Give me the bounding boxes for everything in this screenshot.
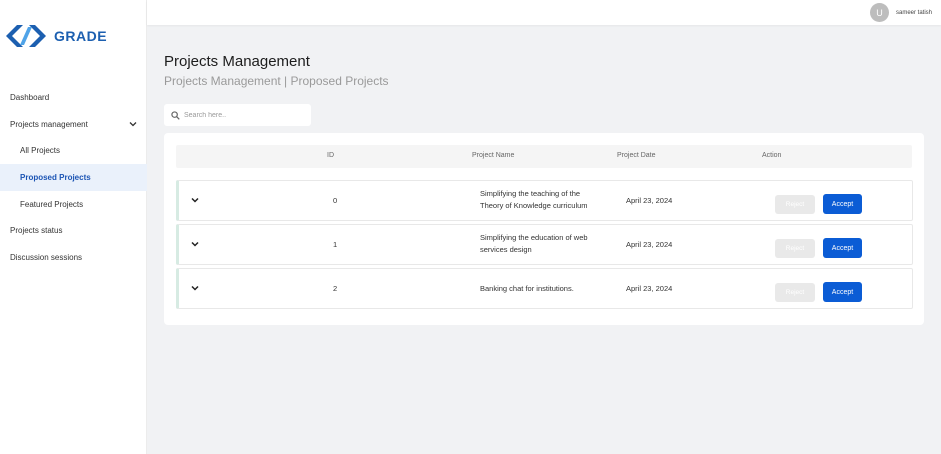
sidebar-item-projects-management[interactable]: Projects management (0, 111, 147, 138)
sidebar-nav: Dashboard Projects management All Projec… (0, 84, 147, 271)
accept-button[interactable]: Accept (823, 194, 862, 214)
sidebar-item-label: Projects management (10, 119, 88, 129)
sidebar-item-label: Discussion sessions (10, 252, 83, 262)
top-bar: U sameer tatish (147, 0, 941, 25)
reject-button[interactable]: Reject (775, 239, 815, 258)
chevron-down-icon[interactable] (190, 283, 200, 293)
project-name-line: Simplifying the teaching of the (480, 189, 581, 198)
search-input[interactable] (184, 111, 304, 119)
table-header: ID Project Name Project Date Action (176, 145, 912, 168)
sidebar-item-proposed-projects[interactable]: Proposed Projects (0, 164, 147, 191)
accept-button[interactable]: Accept (823, 282, 862, 302)
project-name: Simplifying the education of web service… (480, 232, 588, 256)
chevron-down-icon[interactable] (190, 239, 200, 249)
page-title: Projects Management (164, 53, 310, 70)
project-date: April 23, 2024 (626, 196, 673, 205)
sidebar-item-all-projects[interactable]: All Projects (0, 137, 147, 164)
sidebar-item-label: Dashboard (10, 92, 50, 102)
sidebar-item-label: Proposed Projects (20, 172, 91, 182)
project-name-line: Theory of Knowledge curriculum (480, 201, 588, 210)
code-brackets-icon (6, 25, 46, 47)
project-id: 0 (333, 196, 338, 205)
reject-button[interactable]: Reject (775, 283, 815, 302)
breadcrumb: Projects Management | Proposed Projects (164, 74, 389, 88)
reject-button[interactable]: Reject (775, 195, 815, 214)
projects-table-card: ID Project Name Project Date Action 0 Si… (164, 133, 924, 325)
sidebar-item-dashboard[interactable]: Dashboard (0, 84, 147, 111)
column-header-action: Action (762, 152, 782, 159)
sidebar-item-label: All Projects (20, 146, 61, 156)
search-icon (171, 110, 180, 120)
table-row: 0 Simplifying the teaching of the Theory… (176, 180, 913, 221)
sidebar-item-discussion-sessions[interactable]: Discussion sessions (0, 244, 147, 271)
project-id: 1 (333, 240, 338, 249)
chevron-down-icon[interactable] (129, 121, 137, 127)
table-row: 2 Banking chat for institutions. April 2… (176, 268, 913, 309)
column-header-project-date: Project Date (617, 152, 656, 159)
project-name: Simplifying the teaching of the Theory o… (480, 188, 588, 212)
project-name: Banking chat for institutions. (480, 284, 574, 293)
column-header-id: ID (327, 152, 334, 159)
column-header-project-name: Project Name (472, 152, 515, 159)
logo[interactable]: GRADE (5, 24, 107, 48)
sidebar-item-label: Featured Projects (20, 199, 84, 209)
user-menu[interactable]: U sameer tatish (869, 3, 932, 22)
project-date: April 23, 2024 (626, 284, 673, 293)
sidebar-item-projects-status[interactable]: Projects status (0, 217, 147, 244)
search-box[interactable] (164, 104, 311, 126)
project-date: April 23, 2024 (626, 240, 673, 249)
username: sameer tatish (895, 9, 932, 16)
project-id: 2 (333, 284, 338, 293)
project-name-line: services design (480, 245, 532, 254)
sidebar-item-featured-projects[interactable]: Featured Projects (0, 191, 147, 218)
brand-name: GRADE (54, 28, 108, 44)
avatar[interactable]: U (869, 3, 889, 22)
sidebar-item-label: Projects status (10, 226, 63, 236)
accept-button[interactable]: Accept (823, 238, 862, 258)
sidebar: GRADE Dashboard Projects management All … (0, 0, 147, 454)
chevron-down-icon[interactable] (190, 195, 200, 205)
project-name-line: Simplifying the education of web (480, 233, 588, 242)
table-row: 1 Simplifying the education of web servi… (176, 224, 913, 265)
